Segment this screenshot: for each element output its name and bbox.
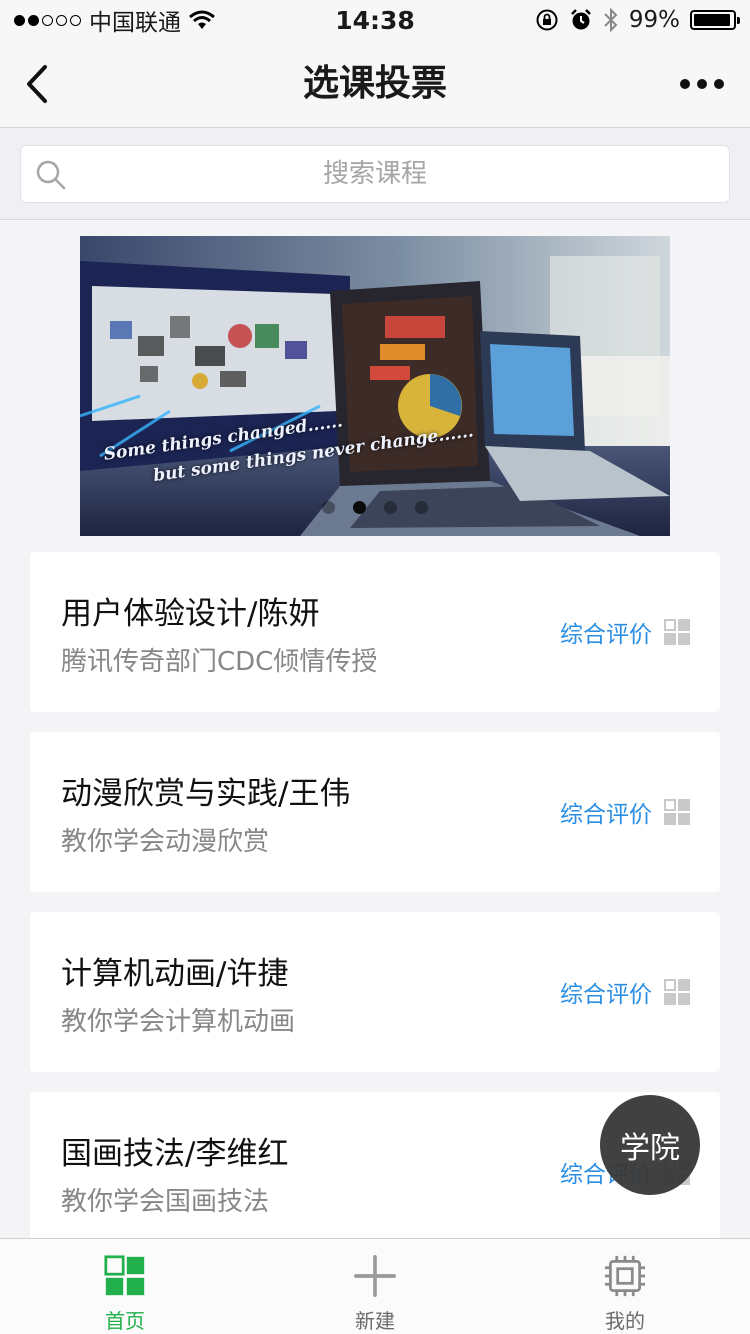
status-right: 99%	[535, 7, 740, 33]
alarm-icon	[570, 9, 591, 30]
carousel-dot[interactable]	[322, 501, 335, 514]
search-bar	[0, 129, 750, 220]
carousel-dot[interactable]	[384, 501, 397, 514]
home-grid-icon	[104, 1255, 145, 1296]
search-box	[20, 145, 730, 203]
back-button[interactable]	[16, 60, 56, 108]
battery-percent: 99%	[628, 7, 680, 33]
rate-label: 综合评价	[560, 802, 652, 828]
chip-icon	[604, 1255, 646, 1297]
rate-button[interactable]: 综合评价	[560, 975, 690, 1009]
more-dots-icon	[680, 79, 690, 89]
cellular-signal-icon	[14, 14, 81, 26]
search-input[interactable]	[21, 146, 729, 202]
course-description: 腾讯传奇部门CDC倾情传授	[61, 647, 378, 677]
tab-mine[interactable]: 我的	[500, 1239, 750, 1334]
more-button[interactable]	[680, 70, 724, 98]
college-floating-button[interactable]: 学院	[600, 1095, 700, 1195]
rate-label: 综合评价	[560, 982, 652, 1008]
banner-carousel[interactable]: Some things changed...... but some thing…	[80, 236, 670, 536]
status-left: 中国联通	[14, 3, 215, 37]
course-description: 教你学会国画技法	[61, 1187, 270, 1217]
course-title: 动漫欣赏与实践/王伟	[61, 776, 351, 812]
carousel-dot-active[interactable]	[353, 501, 366, 514]
status-bar: 中国联通 14:38 99%	[0, 0, 750, 40]
wifi-icon	[189, 10, 215, 29]
course-title: 计算机动画/许捷	[61, 956, 289, 992]
battery-icon	[690, 10, 740, 30]
tab-home[interactable]: 首页	[0, 1239, 250, 1334]
rotation-lock-icon	[536, 9, 558, 31]
course-description: 教你学会动漫欣赏	[61, 827, 270, 857]
grid-icon	[664, 979, 690, 1005]
tab-label: 我的	[605, 1309, 645, 1333]
banner-image	[80, 236, 670, 536]
rate-button[interactable]: 综合评价	[560, 795, 690, 829]
course-title: 用户体验设计/陈妍	[61, 596, 320, 632]
course-card[interactable]: 计算机动画/许捷 教你学会计算机动画 综合评价	[30, 912, 720, 1072]
nav-bar: 选课投票	[0, 40, 750, 128]
rate-button[interactable]: 综合评价	[560, 615, 690, 649]
tab-label: 新建	[355, 1309, 395, 1333]
carousel-indicator	[80, 501, 670, 514]
plus-icon	[354, 1255, 396, 1297]
grid-icon	[664, 799, 690, 825]
course-title: 国画技法/李维红	[61, 1136, 289, 1172]
tab-label: 首页	[105, 1309, 145, 1333]
tab-new[interactable]: 新建	[250, 1239, 500, 1334]
carousel-dot[interactable]	[415, 501, 428, 514]
chevron-left-icon	[27, 65, 47, 103]
page-title: 选课投票	[302, 63, 447, 104]
bluetooth-icon	[604, 7, 618, 33]
course-card[interactable]: 动漫欣赏与实践/王伟 教你学会动漫欣赏 综合评价	[30, 732, 720, 892]
rate-label: 综合评价	[560, 622, 652, 648]
course-description: 教你学会计算机动画	[61, 1007, 296, 1037]
carrier-label: 中国联通	[89, 10, 181, 36]
grid-icon	[664, 619, 690, 645]
tab-bar: 首页 新建 我的	[0, 1238, 750, 1334]
course-card[interactable]: 用户体验设计/陈妍 腾讯传奇部门CDC倾情传授 综合评价	[30, 552, 720, 712]
